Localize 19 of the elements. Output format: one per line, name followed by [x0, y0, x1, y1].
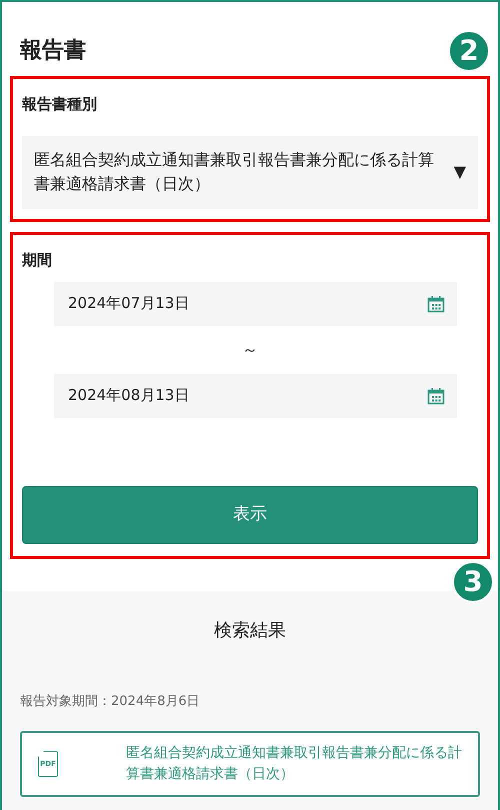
page-title: 報告書 [20, 38, 86, 64]
results-title: 検索結果 [213, 618, 287, 643]
date-value: 2024年08月13日 [68, 385, 190, 406]
calendar-icon [427, 386, 445, 405]
callout-number: 2 [448, 30, 490, 72]
report-type-select[interactable]: 匿名組合契約成立通知書兼取引報告書兼分配に係る計算書兼適格請求書（日次） ▼ [22, 136, 478, 210]
date-field[interactable]: 2024年08月13日 [54, 374, 457, 418]
select-value: 匿名組合契約成立通知書兼取引報告書兼分配に係る計算書兼適格請求書（日次） [34, 148, 435, 196]
dropdown-arrow-icon: ▼ [454, 160, 466, 185]
section-label: 報告書種別 [22, 94, 98, 115]
document-title: 匿名組合契約成立通知書兼取引報告書兼分配に係る計算書兼適格請求書（日次） [126, 744, 463, 784]
report-period-text: 報告対象期間：2024年8月6日 [20, 692, 201, 711]
show-button[interactable]: 表示 [22, 486, 478, 544]
date-field[interactable]: 2024年07月13日 [54, 282, 457, 326]
section-label: 期間 [22, 250, 53, 272]
range-separator: ～ [241, 338, 259, 361]
calendar-icon [427, 294, 445, 313]
date-value: 2024年07月13日 [68, 293, 190, 314]
callout-number: 3 [452, 560, 494, 603]
